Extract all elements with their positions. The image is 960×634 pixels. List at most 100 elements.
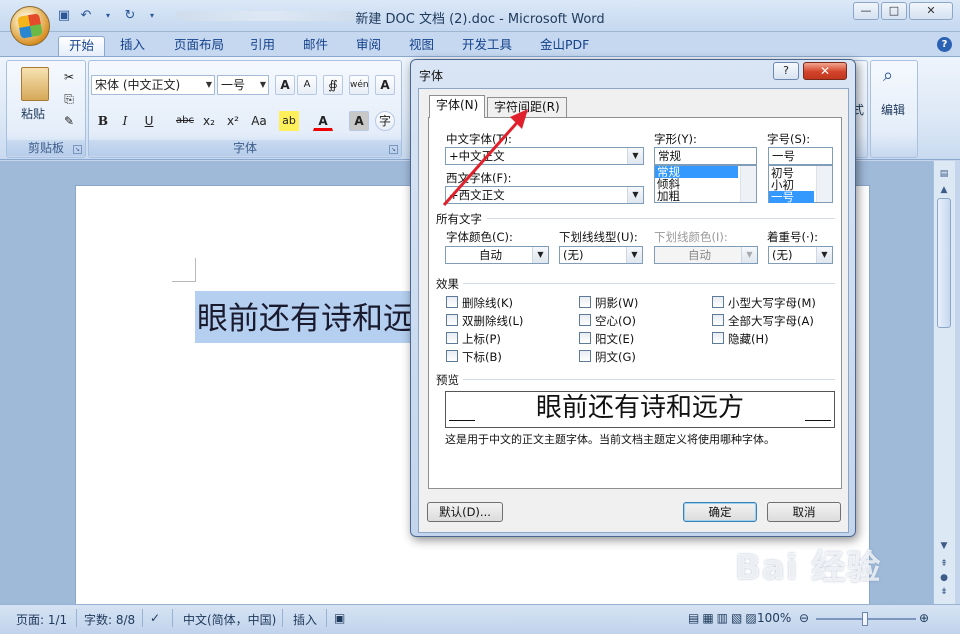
engrave-label[interactable]: 阴文(G) (595, 349, 636, 365)
insert-mode[interactable]: 插入 (293, 611, 317, 628)
baidu-watermark: Bai 经验 (735, 548, 882, 588)
style-list[interactable]: 常规 倾斜 加粗 (654, 165, 757, 203)
font-name-combo[interactable]: 宋体 (中文正文) ▼ (91, 75, 215, 95)
zoom-level[interactable]: 100% (757, 611, 791, 625)
proofing-icon[interactable]: ✓ (150, 611, 160, 625)
subscript-icon[interactable]: x₂ (199, 111, 219, 131)
grow-font-icon[interactable]: A (275, 75, 295, 95)
bold-icon[interactable]: B (93, 111, 113, 131)
all-caps-checkbox[interactable] (712, 314, 724, 326)
ok-button[interactable]: 确定 (683, 502, 757, 522)
view-buttons[interactable]: ▤▦▥▧▨ (688, 611, 760, 625)
small-caps-checkbox[interactable] (712, 296, 724, 308)
shrink-font-icon[interactable]: A (297, 75, 317, 95)
zoom-in-icon[interactable]: ⊕ (919, 611, 929, 625)
default-button[interactable]: 默认(D)... (427, 502, 503, 522)
paste-icon[interactable] (21, 67, 49, 101)
tab-home[interactable]: 开始 (58, 36, 106, 56)
vertical-scrollbar[interactable]: ▤ ▲ ▼ ⇞ ● ⇟ (933, 161, 955, 604)
tab-review[interactable]: 审阅 (346, 36, 391, 56)
tab-references[interactable]: 引用 (240, 36, 285, 56)
hidden-label[interactable]: 隐藏(H) (728, 331, 769, 347)
macro-record-icon[interactable]: ▣ (334, 611, 345, 625)
subscript-label[interactable]: 下标(B) (462, 349, 502, 365)
strikethrough-label[interactable]: 删除线(K) (462, 295, 513, 311)
scroll-up-icon[interactable]: ▲ (936, 183, 952, 197)
hidden-checkbox[interactable] (712, 332, 724, 344)
emphasis-select[interactable]: (无) ▼ (768, 246, 833, 264)
superscript-checkbox[interactable] (446, 332, 458, 344)
superscript-icon[interactable]: x² (223, 111, 243, 131)
tab-mailings[interactable]: 邮件 (293, 36, 338, 56)
phonetic-guide-icon[interactable]: wén (349, 75, 369, 95)
font-color-icon[interactable]: A (313, 111, 333, 131)
tab-kingsoft-pdf[interactable]: 金山PDF (530, 36, 599, 56)
emboss-checkbox[interactable] (579, 332, 591, 344)
language-status[interactable]: 中文(简体，中国) (183, 611, 276, 628)
subscript-checkbox[interactable] (446, 350, 458, 362)
engrave-checkbox[interactable] (579, 350, 591, 362)
clear-format-icon[interactable]: ∯ (323, 75, 343, 95)
cancel-button[interactable]: 取消 (767, 502, 841, 522)
browse-object-icon[interactable]: ● (936, 571, 952, 585)
tab-view[interactable]: 视图 (399, 36, 444, 56)
tab-insert[interactable]: 插入 (110, 36, 155, 56)
minimize-button[interactable]: — (853, 2, 879, 20)
style-input[interactable]: 常规 (654, 147, 757, 165)
underline-icon[interactable]: U (139, 111, 159, 131)
size-input[interactable]: 一号 (768, 147, 833, 165)
italic-icon[interactable]: I (115, 111, 135, 131)
ruler-toggle-icon[interactable]: ▤ (936, 167, 952, 181)
strikethrough-icon[interactable]: abc (173, 111, 197, 131)
strikethrough-checkbox[interactable] (446, 296, 458, 308)
char-shading-icon[interactable]: A (349, 111, 369, 131)
list-scrollbar[interactable] (816, 166, 832, 202)
change-case-icon[interactable]: Aa (247, 111, 271, 131)
maximize-button[interactable]: □ (881, 2, 907, 20)
close-button[interactable]: ✕ (909, 2, 953, 20)
word-count[interactable]: 字数: 8/8 (84, 611, 135, 628)
next-page-icon[interactable]: ⇟ (936, 585, 952, 599)
clipboard-launcher-icon[interactable]: ↘ (73, 145, 82, 154)
list-scrollbar[interactable] (740, 166, 756, 202)
zoom-slider-thumb[interactable] (862, 612, 868, 626)
superscript-label[interactable]: 上标(P) (462, 331, 501, 347)
small-caps-label[interactable]: 小型大写字母(M) (728, 295, 816, 311)
size-list[interactable]: 初号 小初 一号 (768, 165, 833, 203)
font-launcher-icon[interactable]: ↘ (389, 145, 398, 154)
enclose-char-icon[interactable]: 字 (375, 111, 395, 131)
char-border-icon[interactable]: A (375, 75, 395, 95)
tab-developer[interactable]: 开发工具 (452, 36, 522, 56)
zoom-out-icon[interactable]: ⊖ (799, 611, 809, 625)
font-size-combo[interactable]: 一号 ▼ (217, 75, 269, 95)
outline-checkbox[interactable] (579, 314, 591, 326)
shadow-label[interactable]: 阴影(W) (595, 295, 638, 311)
outline-label[interactable]: 空心(O) (595, 313, 636, 329)
emboss-label[interactable]: 阳文(E) (595, 331, 634, 347)
prev-page-icon[interactable]: ⇞ (936, 557, 952, 571)
page-count[interactable]: 页面: 1/1 (16, 611, 67, 628)
copy-icon[interactable]: ⎘ (59, 89, 79, 109)
underline-style-select[interactable]: (无) ▼ (559, 246, 643, 264)
editing-button-label[interactable]: 编辑 (881, 101, 905, 118)
document-text[interactable]: 眼前还有诗和远方 (197, 293, 445, 338)
dialog-close-button[interactable]: ✕ (803, 62, 847, 80)
tab-font[interactable]: 字体(N) (429, 95, 486, 118)
double-strike-label[interactable]: 双删除线(L) (462, 313, 523, 329)
all-caps-label[interactable]: 全部大写字母(A) (728, 313, 814, 329)
font-color-select[interactable]: 自动 ▼ (445, 246, 549, 264)
double-strike-checkbox[interactable] (446, 314, 458, 326)
office-button[interactable] (10, 6, 50, 46)
find-icon[interactable]: ⌕ (883, 65, 893, 86)
dialog-help-button[interactable]: ? (773, 62, 799, 80)
shadow-checkbox[interactable] (579, 296, 591, 308)
size-option[interactable]: 一号 (769, 191, 814, 203)
paste-button-label[interactable]: 粘贴 (21, 105, 45, 122)
help-icon[interactable]: ? (937, 37, 952, 52)
tab-page-layout[interactable]: 页面布局 (164, 36, 234, 56)
cut-icon[interactable]: ✂ (59, 67, 79, 87)
scroll-thumb[interactable] (937, 198, 951, 328)
highlight-icon[interactable]: ab (279, 111, 299, 131)
format-painter-icon[interactable]: ✎ (59, 111, 79, 131)
scroll-down-icon[interactable]: ▼ (936, 539, 952, 553)
